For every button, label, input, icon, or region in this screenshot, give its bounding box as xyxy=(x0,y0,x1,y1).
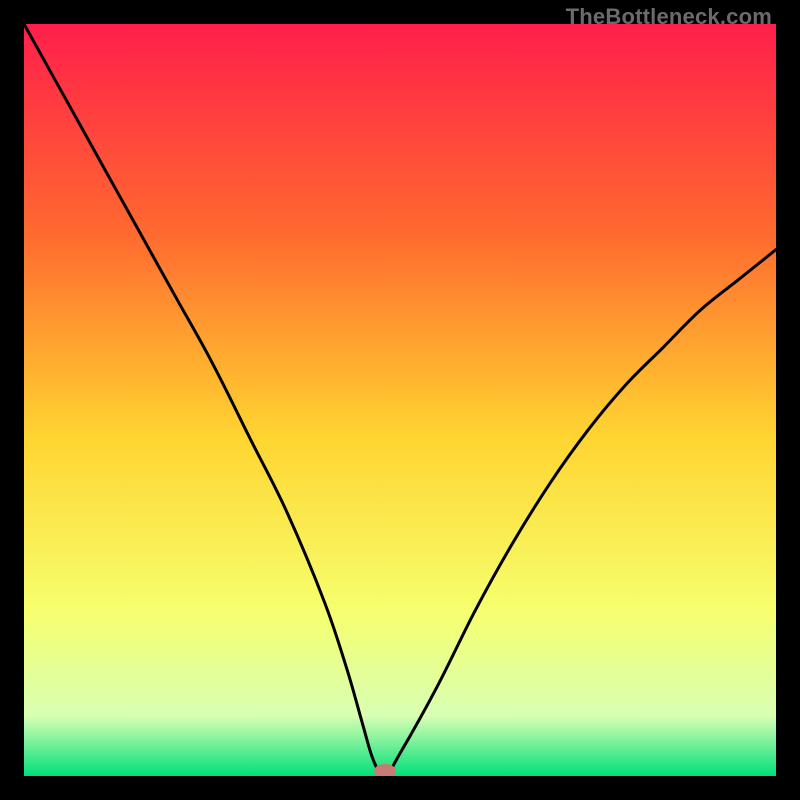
chart-svg xyxy=(24,24,776,776)
gradient-background xyxy=(24,24,776,776)
plot-area xyxy=(24,24,776,776)
watermark-text: TheBottleneck.com xyxy=(566,4,772,30)
chart-frame: TheBottleneck.com xyxy=(0,0,800,800)
